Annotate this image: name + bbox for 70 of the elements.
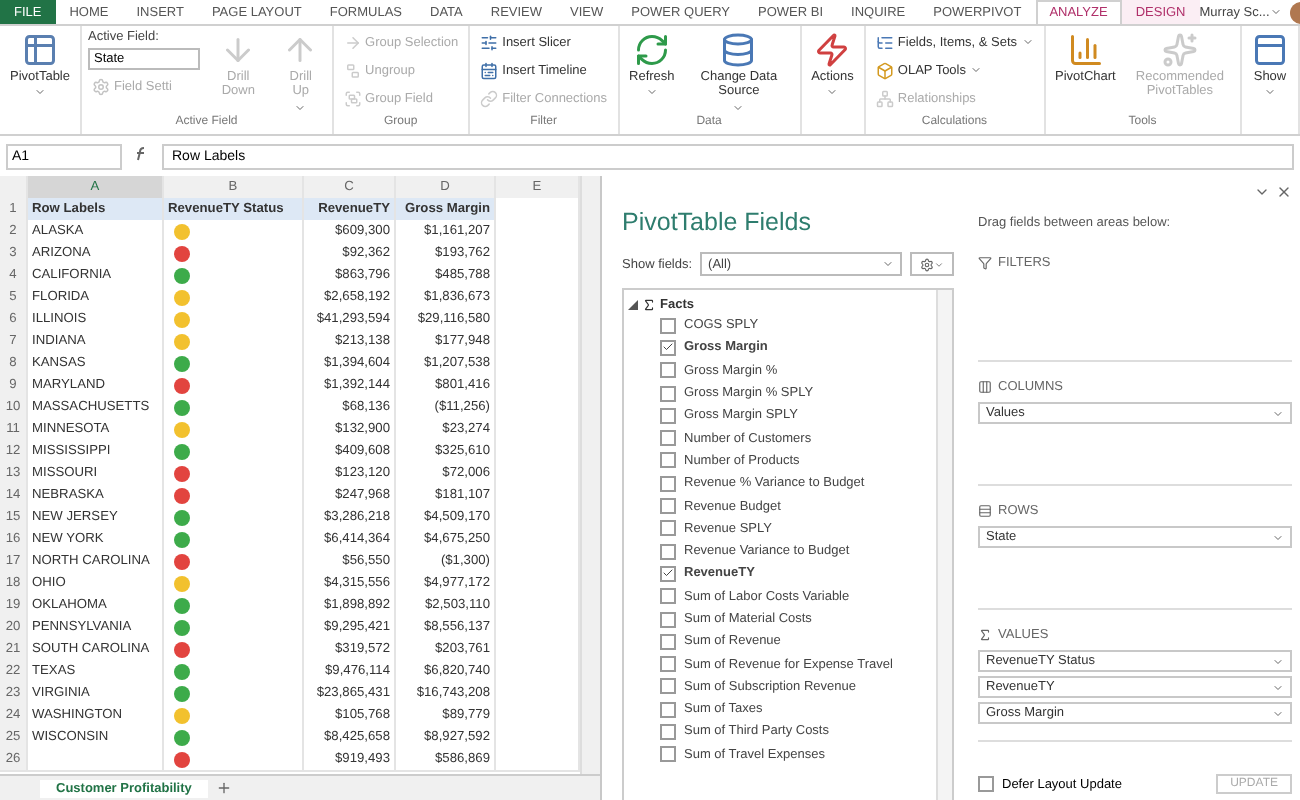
function-icon[interactable] <box>134 146 150 166</box>
table-icon <box>22 32 58 68</box>
checkbox[interactable] <box>660 520 676 537</box>
panel-icon <box>1252 32 1288 68</box>
checkbox[interactable] <box>660 633 676 650</box>
cube-icon <box>875 61 894 79</box>
refresh-icon <box>633 32 670 68</box>
scrollbar[interactable] <box>936 290 952 800</box>
gear-icon <box>920 257 934 271</box>
caret-icon <box>1272 681 1284 693</box>
bar-chart-icon <box>1067 32 1104 68</box>
caret-icon <box>1272 707 1284 719</box>
rows-icon <box>978 503 992 517</box>
checkbox[interactable] <box>660 475 676 492</box>
network-icon <box>875 89 894 107</box>
checkbox[interactable] <box>660 452 676 469</box>
caret-icon <box>1272 531 1284 543</box>
caret-icon <box>1272 655 1284 667</box>
checkbox[interactable] <box>660 317 676 334</box>
caret-icon <box>1021 36 1034 48</box>
caret-icon <box>34 86 46 99</box>
checkbox[interactable] <box>660 723 676 740</box>
checkbox[interactable] <box>660 701 676 718</box>
corner-cell[interactable] <box>0 176 28 200</box>
caret-icon <box>294 101 307 114</box>
checkbox[interactable] <box>660 656 676 673</box>
caret-icon <box>934 259 944 269</box>
expand-icon[interactable] <box>628 299 638 309</box>
checkbox[interactable] <box>660 385 676 402</box>
checkbox[interactable] <box>660 339 676 356</box>
checkbox[interactable] <box>660 588 676 605</box>
scrollbar[interactable] <box>580 176 600 774</box>
sliders-icon <box>480 33 499 51</box>
close-icon[interactable] <box>1276 184 1292 200</box>
list-icon <box>875 33 894 51</box>
database-icon <box>720 32 757 68</box>
caret-icon <box>645 86 658 99</box>
filter-icon <box>978 255 992 269</box>
caret-icon <box>882 258 894 270</box>
ungroup-icon <box>343 61 362 79</box>
checkbox[interactable] <box>660 678 676 695</box>
columns-icon <box>978 379 992 393</box>
settings-button[interactable] <box>910 252 954 276</box>
caret-icon[interactable] <box>1254 184 1270 200</box>
lightning-icon <box>814 32 851 68</box>
sigma-icon <box>978 627 992 641</box>
checkbox[interactable] <box>660 565 676 582</box>
checkbox[interactable] <box>660 611 676 627</box>
checkbox[interactable] <box>660 746 676 763</box>
checkbox[interactable] <box>978 776 994 792</box>
sigma-icon <box>642 297 656 311</box>
checkbox[interactable] <box>660 498 676 515</box>
right-arrow-icon <box>343 33 362 51</box>
caret-icon <box>826 86 839 99</box>
link-icon <box>480 89 499 107</box>
checkbox[interactable] <box>660 407 676 424</box>
caret-icon <box>970 64 982 76</box>
group-icon <box>343 89 362 107</box>
gear-icon <box>92 77 110 95</box>
caret-icon <box>1264 86 1276 99</box>
checkbox[interactable] <box>660 543 676 560</box>
caret-icon <box>1272 407 1284 419</box>
caret-icon <box>732 101 745 114</box>
add-sheet-icon[interactable] <box>215 780 232 796</box>
checkbox[interactable] <box>660 430 676 447</box>
calendar-icon <box>480 61 499 79</box>
caret-icon <box>1269 6 1282 18</box>
panel-title: PivotTable Fields <box>622 208 813 236</box>
sparkle-icon <box>1161 32 1198 68</box>
checkbox[interactable] <box>660 362 676 379</box>
